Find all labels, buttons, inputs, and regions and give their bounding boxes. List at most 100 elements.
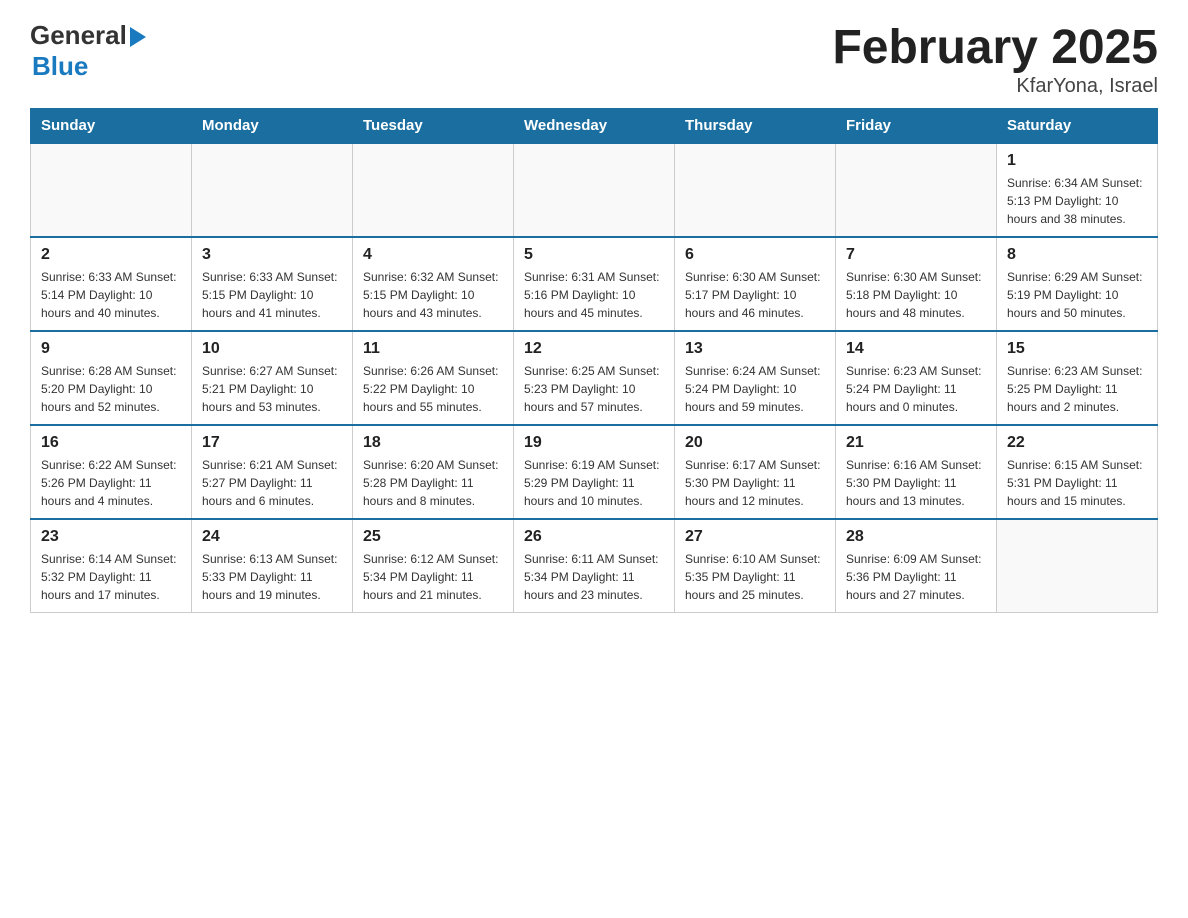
calendar-cell: 28 Sunrise: 6:09 AM Sunset: 5:36 PM Dayli… xyxy=(836,519,997,613)
calendar-cell: 26 Sunrise: 6:11 AM Sunset: 5:34 PM Dayli… xyxy=(514,519,675,613)
day-header-thursday: Thursday xyxy=(675,109,836,144)
calendar-week-row: 2Sunrise: 6:33 AM Sunset: 5:14 PM Daylig… xyxy=(31,237,1158,331)
calendar-cell xyxy=(836,143,997,237)
calendar-cell: 20 Sunrise: 6:17 AM Sunset: 5:30 PM Dayli… xyxy=(675,425,836,519)
day-number: 2 xyxy=(41,246,181,264)
logo-arrow-icon xyxy=(130,27,146,47)
day-info: Sunrise: 6:15 AM Sunset: 5:31 PM Dayligh… xyxy=(1007,456,1147,510)
calendar-cell: 25 Sunrise: 6:12 AM Sunset: 5:34 PM Dayli… xyxy=(353,519,514,613)
day-info: Sunrise: 6:16 AM Sunset: 5:30 PM Dayligh… xyxy=(846,456,986,510)
day-info: Sunrise: 6:12 AM Sunset: 5:34 PM Dayligh… xyxy=(363,550,503,604)
day-info: Sunrise: 6:34 AM Sunset: 5:13 PM Dayligh… xyxy=(1007,174,1147,228)
day-number: 24 xyxy=(202,528,342,546)
calendar-cell: 7 Sunrise: 6:30 AM Sunset: 5:18 PM Daylig… xyxy=(836,237,997,331)
calendar-cell: 12Sunrise: 6:25 AM Sunset: 5:23 PM Dayli… xyxy=(514,331,675,425)
title-block: February 2025 KfarYona, Israel xyxy=(832,20,1158,98)
day-info: Sunrise: 6:20 AM Sunset: 5:28 PM Dayligh… xyxy=(363,456,503,510)
calendar-cell xyxy=(514,143,675,237)
calendar-cell: 9 Sunrise: 6:28 AM Sunset: 5:20 PM Daylig… xyxy=(31,331,192,425)
calendar-cell: 16 Sunrise: 6:22 AM Sunset: 5:26 PM Dayli… xyxy=(31,425,192,519)
day-info: Sunrise: 6:21 AM Sunset: 5:27 PM Dayligh… xyxy=(202,456,342,510)
calendar-cell: 11 Sunrise: 6:26 AM Sunset: 5:22 PM Dayli… xyxy=(353,331,514,425)
calendar-cell: 27 Sunrise: 6:10 AM Sunset: 5:35 PM Dayli… xyxy=(675,519,836,613)
calendar-cell: 6Sunrise: 6:30 AM Sunset: 5:17 PM Daylig… xyxy=(675,237,836,331)
day-number: 16 xyxy=(41,434,181,452)
day-info: Sunrise: 6:29 AM Sunset: 5:19 PM Dayligh… xyxy=(1007,268,1147,322)
calendar-cell xyxy=(353,143,514,237)
day-info: Sunrise: 6:10 AM Sunset: 5:35 PM Dayligh… xyxy=(685,550,825,604)
day-number: 25 xyxy=(363,528,503,546)
day-info: Sunrise: 6:28 AM Sunset: 5:20 PM Dayligh… xyxy=(41,362,181,416)
day-number: 13 xyxy=(685,340,825,358)
calendar-cell: 8 Sunrise: 6:29 AM Sunset: 5:19 PM Daylig… xyxy=(997,237,1158,331)
day-number: 22 xyxy=(1007,434,1147,452)
day-number: 17 xyxy=(202,434,342,452)
day-number: 27 xyxy=(685,528,825,546)
day-info: Sunrise: 6:33 AM Sunset: 5:15 PM Dayligh… xyxy=(202,268,342,322)
calendar-cell: 17 Sunrise: 6:21 AM Sunset: 5:27 PM Dayli… xyxy=(192,425,353,519)
calendar-cell: 18 Sunrise: 6:20 AM Sunset: 5:28 PM Dayli… xyxy=(353,425,514,519)
calendar-week-row: 16 Sunrise: 6:22 AM Sunset: 5:26 PM Dayli… xyxy=(31,425,1158,519)
day-info: Sunrise: 6:26 AM Sunset: 5:22 PM Dayligh… xyxy=(363,362,503,416)
day-info: Sunrise: 6:24 AM Sunset: 5:24 PM Dayligh… xyxy=(685,362,825,416)
calendar-cell: 5 Sunrise: 6:31 AM Sunset: 5:16 PM Daylig… xyxy=(514,237,675,331)
calendar-cell xyxy=(192,143,353,237)
day-number: 4 xyxy=(363,246,503,264)
calendar-cell xyxy=(997,519,1158,613)
day-header-friday: Friday xyxy=(836,109,997,144)
day-info: Sunrise: 6:27 AM Sunset: 5:21 PM Dayligh… xyxy=(202,362,342,416)
calendar-cell: 23 Sunrise: 6:14 AM Sunset: 5:32 PM Dayli… xyxy=(31,519,192,613)
day-info: Sunrise: 6:31 AM Sunset: 5:16 PM Dayligh… xyxy=(524,268,664,322)
calendar-week-row: 1 Sunrise: 6:34 AM Sunset: 5:13 PM Daylig… xyxy=(31,143,1158,237)
calendar-cell: 13 Sunrise: 6:24 AM Sunset: 5:24 PM Dayli… xyxy=(675,331,836,425)
day-info: Sunrise: 6:09 AM Sunset: 5:36 PM Dayligh… xyxy=(846,550,986,604)
day-number: 19 xyxy=(524,434,664,452)
calendar-cell xyxy=(31,143,192,237)
day-info: Sunrise: 6:19 AM Sunset: 5:29 PM Dayligh… xyxy=(524,456,664,510)
day-number: 1 xyxy=(1007,152,1147,170)
day-info: Sunrise: 6:22 AM Sunset: 5:26 PM Dayligh… xyxy=(41,456,181,510)
calendar-week-row: 9 Sunrise: 6:28 AM Sunset: 5:20 PM Daylig… xyxy=(31,331,1158,425)
day-number: 20 xyxy=(685,434,825,452)
calendar-cell: 10 Sunrise: 6:27 AM Sunset: 5:21 PM Dayli… xyxy=(192,331,353,425)
day-info: Sunrise: 6:13 AM Sunset: 5:33 PM Dayligh… xyxy=(202,550,342,604)
day-number: 3 xyxy=(202,246,342,264)
day-info: Sunrise: 6:32 AM Sunset: 5:15 PM Dayligh… xyxy=(363,268,503,322)
day-number: 6 xyxy=(685,246,825,264)
day-info: Sunrise: 6:30 AM Sunset: 5:18 PM Dayligh… xyxy=(846,268,986,322)
day-info: Sunrise: 6:14 AM Sunset: 5:32 PM Dayligh… xyxy=(41,550,181,604)
day-number: 10 xyxy=(202,340,342,358)
day-number: 18 xyxy=(363,434,503,452)
calendar-cell: 3 Sunrise: 6:33 AM Sunset: 5:15 PM Daylig… xyxy=(192,237,353,331)
day-info: Sunrise: 6:23 AM Sunset: 5:25 PM Dayligh… xyxy=(1007,362,1147,416)
day-header-tuesday: Tuesday xyxy=(353,109,514,144)
day-number: 9 xyxy=(41,340,181,358)
day-header-sunday: Sunday xyxy=(31,109,192,144)
calendar-header-row: SundayMondayTuesdayWednesdayThursdayFrid… xyxy=(31,109,1158,144)
calendar-cell: 1 Sunrise: 6:34 AM Sunset: 5:13 PM Daylig… xyxy=(997,143,1158,237)
day-info: Sunrise: 6:25 AM Sunset: 5:23 PM Dayligh… xyxy=(524,362,664,416)
day-number: 23 xyxy=(41,528,181,546)
day-header-monday: Monday xyxy=(192,109,353,144)
day-number: 14 xyxy=(846,340,986,358)
day-number: 26 xyxy=(524,528,664,546)
day-info: Sunrise: 6:11 AM Sunset: 5:34 PM Dayligh… xyxy=(524,550,664,604)
day-number: 8 xyxy=(1007,246,1147,264)
calendar-subtitle: KfarYona, Israel xyxy=(832,75,1158,98)
calendar-cell: 21 Sunrise: 6:16 AM Sunset: 5:30 PM Dayli… xyxy=(836,425,997,519)
calendar-cell xyxy=(675,143,836,237)
day-number: 21 xyxy=(846,434,986,452)
day-header-saturday: Saturday xyxy=(997,109,1158,144)
day-number: 7 xyxy=(846,246,986,264)
calendar-cell: 14Sunrise: 6:23 AM Sunset: 5:24 PM Dayli… xyxy=(836,331,997,425)
day-info: Sunrise: 6:17 AM Sunset: 5:30 PM Dayligh… xyxy=(685,456,825,510)
day-number: 28 xyxy=(846,528,986,546)
calendar-cell: 15 Sunrise: 6:23 AM Sunset: 5:25 PM Dayli… xyxy=(997,331,1158,425)
calendar-cell: 2Sunrise: 6:33 AM Sunset: 5:14 PM Daylig… xyxy=(31,237,192,331)
logo: General Blue xyxy=(30,20,146,82)
day-number: 11 xyxy=(363,340,503,358)
day-number: 5 xyxy=(524,246,664,264)
day-header-wednesday: Wednesday xyxy=(514,109,675,144)
day-number: 15 xyxy=(1007,340,1147,358)
calendar-week-row: 23 Sunrise: 6:14 AM Sunset: 5:32 PM Dayli… xyxy=(31,519,1158,613)
